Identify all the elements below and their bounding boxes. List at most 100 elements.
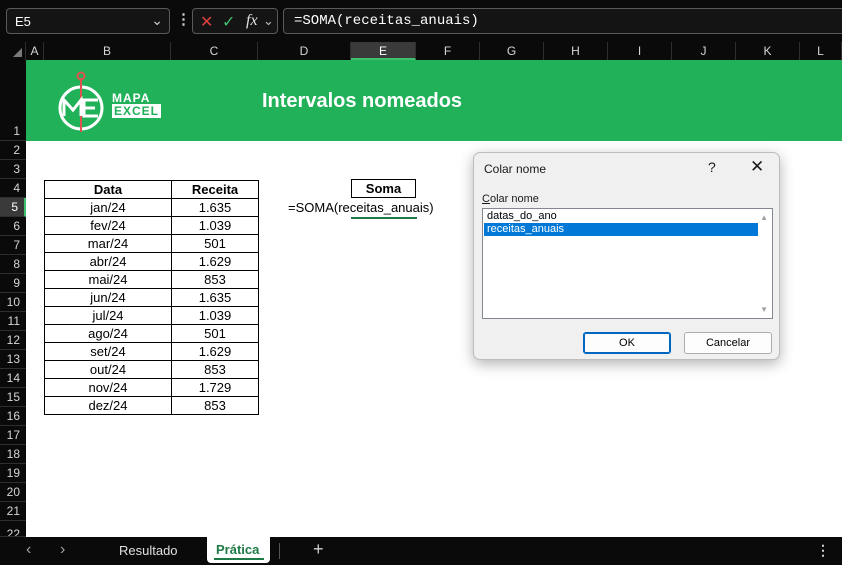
- column-header-h[interactable]: H: [544, 42, 608, 60]
- row-header[interactable]: 19: [0, 464, 26, 483]
- revenue-cell[interactable]: 853: [171, 396, 259, 415]
- row-header[interactable]: 15: [0, 388, 26, 407]
- more-vertical-icon[interactable]: ⋮: [176, 10, 191, 28]
- row-header[interactable]: 11: [0, 312, 26, 331]
- function-icon[interactable]: fx: [246, 12, 258, 30]
- column-headers: A B C D E F G H I J K L: [0, 42, 842, 60]
- column-header-b[interactable]: B: [44, 42, 171, 60]
- row-header[interactable]: 6: [0, 217, 26, 236]
- revenue-cell[interactable]: 1.635: [171, 288, 259, 307]
- column-header-j[interactable]: J: [672, 42, 736, 60]
- month-cell[interactable]: jul/24: [44, 306, 172, 325]
- month-cell[interactable]: fev/24: [44, 216, 172, 235]
- revenue-cell[interactable]: 1.635: [171, 198, 259, 217]
- dialog-title: Colar nome: [484, 162, 547, 176]
- revenue-cell[interactable]: 1.039: [171, 216, 259, 235]
- chevron-down-icon[interactable]: ⌄: [151, 12, 163, 29]
- month-cell[interactable]: mai/24: [44, 270, 172, 289]
- active-cell-e5[interactable]: =SOMA(receitas_anuais): [288, 200, 434, 215]
- month-cell[interactable]: abr/24: [44, 252, 172, 271]
- header-data[interactable]: Data: [44, 180, 172, 199]
- row-header[interactable]: 4: [0, 179, 26, 198]
- scroll-up-icon[interactable]: ▲: [760, 213, 768, 222]
- revenue-cell[interactable]: 1.629: [171, 252, 259, 271]
- row-header[interactable]: 5: [0, 198, 26, 217]
- month-cell[interactable]: nov/24: [44, 378, 172, 397]
- add-sheet-icon[interactable]: +: [313, 539, 324, 560]
- column-header-g[interactable]: G: [480, 42, 544, 60]
- header-receita[interactable]: Receita: [171, 180, 259, 199]
- cancel-button[interactable]: Cancelar: [684, 332, 772, 354]
- cancel-icon[interactable]: ✕: [200, 12, 213, 32]
- tab-resultado[interactable]: Resultado: [119, 543, 178, 558]
- column-header-l[interactable]: L: [800, 42, 842, 60]
- tab-pratica[interactable]: Prática: [207, 537, 270, 563]
- column-header-f[interactable]: F: [416, 42, 480, 60]
- column-header-d[interactable]: D: [258, 42, 351, 60]
- logo-text-excel: EXCEL: [112, 104, 162, 118]
- month-cell[interactable]: mar/24: [44, 234, 172, 253]
- row-header[interactable]: 9: [0, 274, 26, 293]
- month-cell[interactable]: set/24: [44, 342, 172, 361]
- revenue-cell[interactable]: 1.039: [171, 306, 259, 325]
- month-cell[interactable]: jan/24: [44, 198, 172, 217]
- select-all-corner[interactable]: [0, 42, 26, 60]
- chevron-left-icon[interactable]: ‹: [26, 541, 31, 559]
- chevron-right-icon[interactable]: ›: [60, 541, 65, 559]
- month-cell[interactable]: jun/24: [44, 288, 172, 307]
- formula-bar: E5 ⌄ ⋮ ✕ ✓ fx ⌄ =SOMA(receitas_anuais): [0, 0, 842, 42]
- row-header[interactable]: 13: [0, 350, 26, 369]
- row-header[interactable]: 17: [0, 426, 26, 445]
- mapa-excel-logo-icon: [58, 71, 104, 132]
- row-header[interactable]: 3: [0, 160, 26, 179]
- revenue-cell[interactable]: 501: [171, 324, 259, 343]
- formula-input[interactable]: =SOMA(receitas_anuais): [283, 8, 842, 34]
- row-header[interactable]: 2: [0, 141, 26, 160]
- scroll-down-icon[interactable]: ▼: [760, 305, 768, 314]
- soma-header-cell[interactable]: Soma: [351, 179, 416, 198]
- column-header-c[interactable]: C: [171, 42, 258, 60]
- cell-edit-underline: [351, 217, 417, 219]
- row-header[interactable]: 1: [0, 60, 26, 141]
- revenue-cell[interactable]: 1.729: [171, 378, 259, 397]
- month-cell[interactable]: ago/24: [44, 324, 172, 343]
- revenue-cell[interactable]: 853: [171, 360, 259, 379]
- table-row: out/24 853: [44, 360, 259, 379]
- revenue-cell[interactable]: 501: [171, 234, 259, 253]
- list-label-text: olar nome: [489, 193, 539, 205]
- ok-button[interactable]: OK: [583, 332, 671, 354]
- month-cell[interactable]: out/24: [44, 360, 172, 379]
- column-header-k[interactable]: K: [736, 42, 800, 60]
- list-item-selected[interactable]: receitas_anuais: [484, 223, 758, 236]
- row-header[interactable]: 7: [0, 236, 26, 255]
- revenue-cell[interactable]: 1.629: [171, 342, 259, 361]
- confirm-icon[interactable]: ✓: [222, 12, 235, 32]
- row-header[interactable]: 8: [0, 255, 26, 274]
- table-row: ago/24 501: [44, 324, 259, 343]
- revenue-table: Data Receita jan/24 1.635 fev/24 1.039 mar…: [44, 180, 259, 415]
- row-header[interactable]: 16: [0, 407, 26, 426]
- column-header-a[interactable]: A: [26, 42, 44, 60]
- names-listbox[interactable]: datas_do_ano receitas_anuais ▲ ▼: [482, 208, 773, 319]
- close-icon[interactable]: ✕: [750, 157, 764, 177]
- row-header[interactable]: 21: [0, 502, 26, 521]
- name-box[interactable]: E5 ⌄: [6, 8, 170, 34]
- table-row: mai/24 853: [44, 270, 259, 289]
- month-cell[interactable]: dez/24: [44, 396, 172, 415]
- table-row: abr/24 1.629: [44, 252, 259, 271]
- column-header-e[interactable]: E: [351, 42, 416, 60]
- table-row: jun/24 1.635: [44, 288, 259, 307]
- revenue-cell[interactable]: 853: [171, 270, 259, 289]
- chevron-down-icon[interactable]: ⌄: [263, 13, 274, 29]
- more-vertical-icon[interactable]: ⋮: [816, 542, 830, 559]
- column-header-i[interactable]: I: [608, 42, 672, 60]
- list-item[interactable]: datas_do_ano: [484, 210, 758, 223]
- row-header[interactable]: 20: [0, 483, 26, 502]
- row-header[interactable]: 10: [0, 293, 26, 312]
- row-header[interactable]: 12: [0, 331, 26, 350]
- row-header[interactable]: 22: [0, 521, 26, 537]
- row-header[interactable]: 14: [0, 369, 26, 388]
- help-icon[interactable]: ?: [708, 159, 716, 175]
- row-header[interactable]: 18: [0, 445, 26, 464]
- row-headers: 1 2 3 4 5 6 7 8 9 10 11 12 13 14 15 16 1…: [0, 60, 26, 537]
